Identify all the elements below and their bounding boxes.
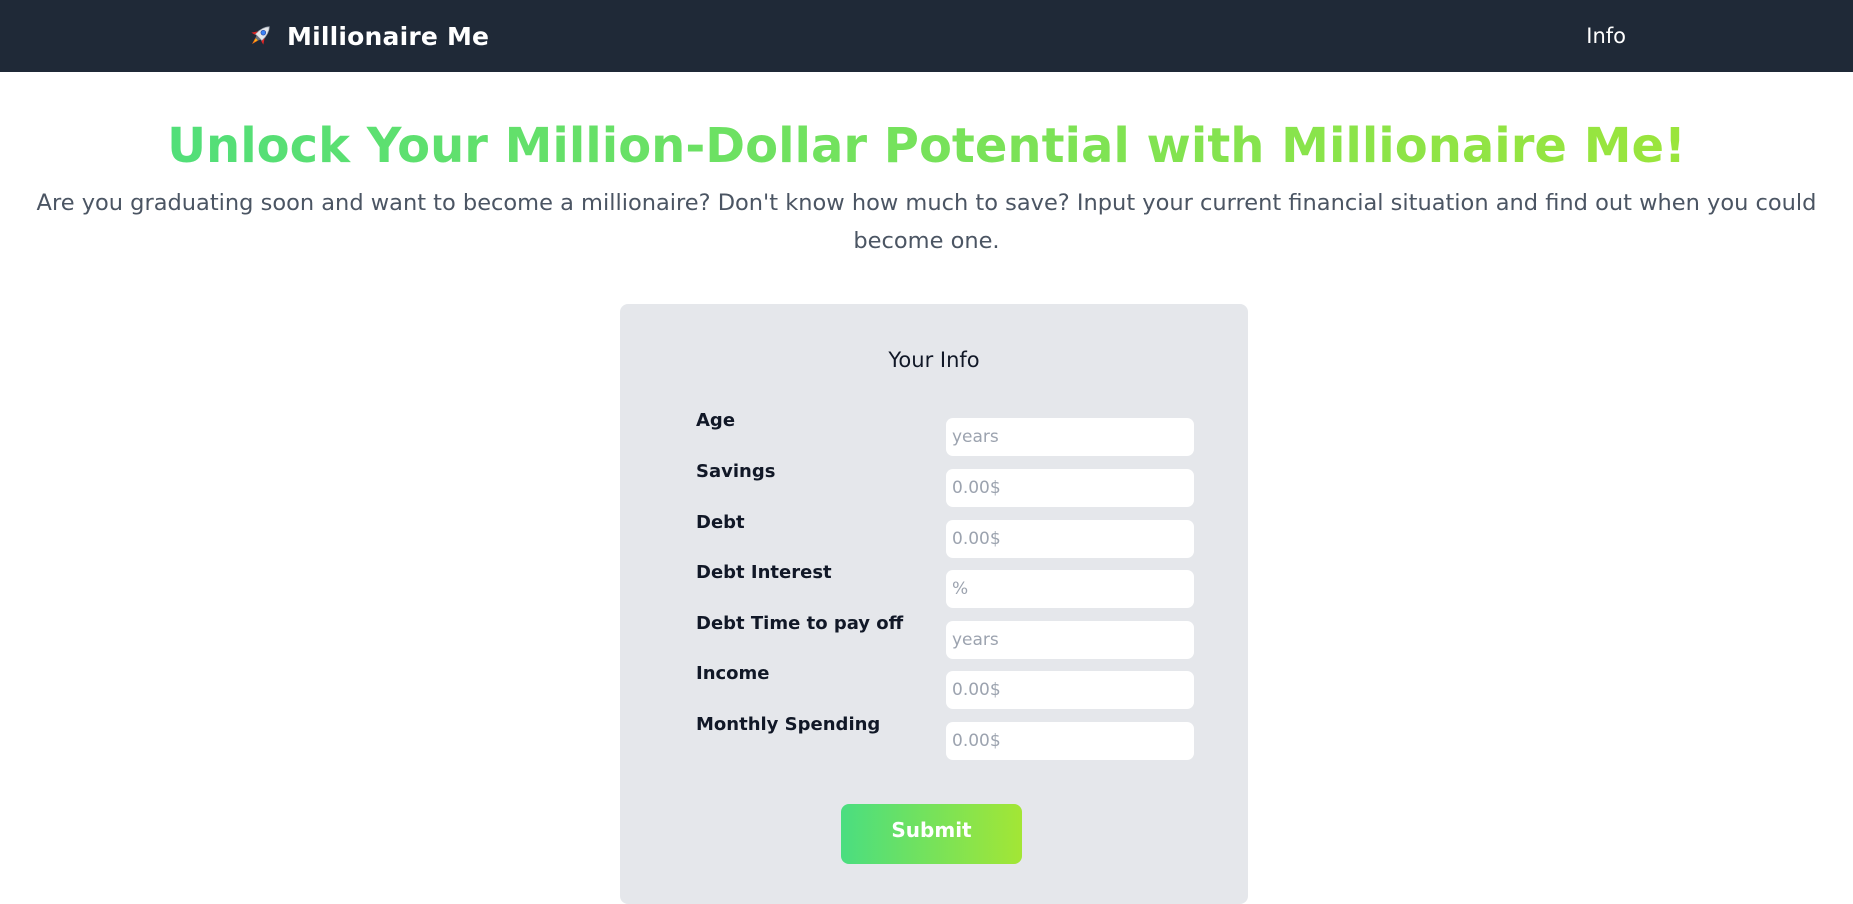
form-row-debt: Debt xyxy=(696,512,1194,558)
brand-name: Millionaire Me xyxy=(287,21,490,51)
form-row-income: Income xyxy=(696,663,1194,709)
rocket-icon xyxy=(245,21,275,51)
nav-info-link[interactable]: Info xyxy=(1586,0,1626,72)
income-label: Income xyxy=(696,663,770,684)
income-input[interactable] xyxy=(946,671,1194,709)
age-input[interactable] xyxy=(946,418,1194,456)
debt-label: Debt xyxy=(696,512,745,533)
submit-button[interactable]: Submit xyxy=(841,804,1022,864)
savings-label: Savings xyxy=(696,461,776,482)
age-label: Age xyxy=(696,410,736,431)
hero-title: Unlock Your Million-Dollar Potential wit… xyxy=(0,116,1853,176)
debt-time-label: Debt Time to pay off xyxy=(696,613,904,634)
brand-link[interactable]: Millionaire Me xyxy=(245,0,489,72)
form-row-age: Age xyxy=(696,410,1194,456)
navbar: Millionaire Me Info xyxy=(0,0,1853,72)
form-row-debt-time: Debt Time to pay off xyxy=(696,613,1194,659)
form-title: Your Info xyxy=(888,348,980,372)
form-row-monthly-spending: Monthly Spending xyxy=(696,714,1194,760)
debt-input[interactable] xyxy=(946,520,1194,558)
debt-interest-input[interactable] xyxy=(946,570,1194,608)
form-row-debt-interest: Debt Interest xyxy=(696,562,1194,608)
monthly-spending-label: Monthly Spending xyxy=(696,714,881,735)
form-row-savings: Savings xyxy=(696,461,1194,507)
savings-input[interactable] xyxy=(946,469,1194,507)
monthly-spending-input[interactable] xyxy=(946,722,1194,760)
hero-subtitle: Are you graduating soon and want to beco… xyxy=(36,190,1817,254)
debt-time-input[interactable] xyxy=(946,621,1194,659)
debt-interest-label: Debt Interest xyxy=(696,562,832,583)
